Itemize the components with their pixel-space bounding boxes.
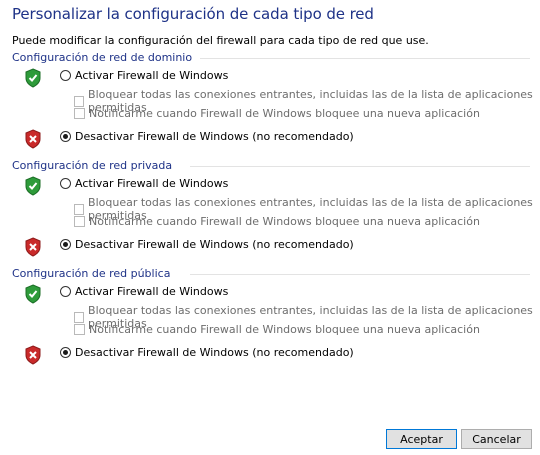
checkbox-label: Notificarme cuando Firewall de Windows b…: [89, 215, 480, 228]
checkbox-notify-public[interactable]: Notificarme cuando Firewall de Windows b…: [74, 323, 480, 336]
checkbox[interactable]: [74, 216, 85, 227]
section-heading: Configuración de red pública: [12, 267, 171, 280]
radio-activate-domain[interactable]: Activar Firewall de Windows: [60, 69, 228, 82]
radio-label: Desactivar Firewall de Windows (no recom…: [75, 130, 354, 143]
checkbox-label: Notificarme cuando Firewall de Windows b…: [89, 107, 480, 120]
radio-button[interactable]: [60, 70, 71, 81]
radio-button[interactable]: [60, 347, 71, 358]
radio-button[interactable]: [60, 178, 71, 189]
shield-check-icon: [25, 284, 41, 304]
checkbox-label: Notificarme cuando Firewall de Windows b…: [89, 323, 480, 336]
radio-button[interactable]: [60, 286, 71, 297]
radio-deactivate-private[interactable]: Desactivar Firewall de Windows (no recom…: [60, 238, 354, 251]
checkbox[interactable]: [74, 203, 85, 215]
radio-activate-private[interactable]: Activar Firewall de Windows: [60, 177, 228, 190]
shield-check-icon: [25, 68, 41, 88]
shield-x-icon: [25, 237, 41, 257]
section-heading: Configuración de red de dominio: [12, 51, 193, 64]
checkbox-notify-domain[interactable]: Notificarme cuando Firewall de Windows b…: [74, 107, 480, 120]
section-divider: [200, 58, 530, 59]
radio-label: Desactivar Firewall de Windows (no recom…: [75, 238, 354, 251]
radio-label: Activar Firewall de Windows: [75, 69, 229, 82]
radio-label: Activar Firewall de Windows: [75, 285, 229, 298]
radio-deactivate-public[interactable]: Desactivar Firewall de Windows (no recom…: [60, 346, 354, 359]
radio-button[interactable]: [60, 131, 71, 142]
ok-button[interactable]: Aceptar: [386, 429, 457, 449]
checkbox[interactable]: [74, 95, 85, 107]
shield-x-icon: [25, 345, 41, 365]
page-subtitle: Puede modificar la configuración del fir…: [12, 34, 429, 47]
section-domain: Configuración de red de dominio Activar …: [0, 51, 540, 156]
cancel-button[interactable]: Cancelar: [461, 429, 532, 449]
section-divider: [190, 274, 530, 275]
shield-check-icon: [25, 176, 41, 196]
radio-deactivate-domain[interactable]: Desactivar Firewall de Windows (no recom…: [60, 130, 354, 143]
section-private: Configuración de red privada Activar Fir…: [0, 159, 540, 264]
radio-button[interactable]: [60, 239, 71, 250]
radio-activate-public[interactable]: Activar Firewall de Windows: [60, 285, 228, 298]
checkbox[interactable]: [74, 324, 85, 335]
radio-label: Activar Firewall de Windows: [75, 177, 229, 190]
section-public: Configuración de red pública Activar Fir…: [0, 267, 540, 372]
radio-label: Desactivar Firewall de Windows (no recom…: [75, 346, 354, 359]
section-divider: [190, 166, 530, 167]
page-title: Personalizar la configuración de cada ti…: [12, 5, 374, 23]
shield-x-icon: [25, 129, 41, 149]
checkbox-notify-private[interactable]: Notificarme cuando Firewall de Windows b…: [74, 215, 480, 228]
checkbox[interactable]: [74, 108, 85, 119]
checkbox[interactable]: [74, 311, 85, 323]
section-heading: Configuración de red privada: [12, 159, 173, 172]
